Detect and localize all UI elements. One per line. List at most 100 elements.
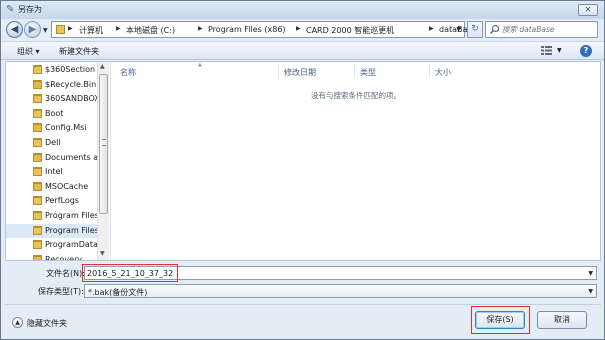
save-type-value: *.bak(备份文件) <box>88 288 148 297</box>
breadcrumb-program-files-x86[interactable]: Program Files (x86) <box>208 25 286 34</box>
empty-results-message: 没有与搜索条件匹配的项。 <box>311 91 401 100</box>
tree-item[interactable]: Dell <box>6 136 98 150</box>
breadcrumb-card2000[interactable]: CARD 2000 智能巡更机 <box>306 25 394 36</box>
tree-item[interactable]: $360Section <box>6 63 98 77</box>
sort-indicator-icon: ▲ <box>198 62 202 68</box>
scroll-down-icon[interactable]: ▼ <box>100 250 105 257</box>
save-highlight-box <box>471 306 530 334</box>
search-input[interactable] <box>502 23 596 36</box>
tree-item[interactable]: ProgramData <box>6 238 98 252</box>
breadcrumb-separator[interactable]: ▶ <box>68 25 73 32</box>
tree-item[interactable]: Boot <box>6 107 98 121</box>
folder-icon <box>33 196 42 206</box>
column-divider[interactable] <box>354 64 355 78</box>
folder-icon <box>33 65 42 74</box>
view-dropdown-icon[interactable]: ▼ <box>557 47 562 54</box>
hide-folders-label[interactable]: 隐藏文件夹 <box>27 318 67 329</box>
tree-item-label: 360SANDBOX <box>45 94 98 104</box>
recent-pages-dropdown[interactable]: ▼ <box>43 27 48 34</box>
footer-divider <box>5 304 601 305</box>
tree-item[interactable]: PerfLogs <box>6 194 98 208</box>
scroll-up-icon[interactable]: ▲ <box>100 63 105 70</box>
close-button[interactable]: ✕ <box>578 4 598 16</box>
title-bar: ✎ 另存为 ✕ <box>1 1 604 19</box>
new-folder-button[interactable]: 新建文件夹 <box>59 46 99 57</box>
column-divider[interactable] <box>429 64 430 78</box>
scrollbar-thumb[interactable] <box>99 74 108 214</box>
locked-folder-icon <box>33 254 42 260</box>
tree-item-label: Dell <box>45 138 61 147</box>
cancel-button[interactable]: 取消 <box>537 311 587 329</box>
tree-item[interactable]: Program Files <box>6 223 98 238</box>
tree-item[interactable]: 360SANDBOX <box>6 92 98 106</box>
tree-item-label: $360Section <box>45 65 96 74</box>
breadcrumb-separator[interactable]: ▶ <box>429 25 434 32</box>
search-box[interactable] <box>485 21 598 38</box>
breadcrumb-separator[interactable]: ▶ <box>116 25 121 32</box>
column-divider[interactable] <box>278 64 279 78</box>
navigation-bar: ◀ ▶ ▼ ▶ 计算机 ▶ 本地磁盘 (C:) ▶ Program Files … <box>1 19 604 41</box>
navigation-scrollbar[interactable]: ▲ ▼ <box>97 62 109 260</box>
tree-item[interactable]: $Recycle.Bin <box>6 78 98 92</box>
tree-item-label: Documents ar <box>45 152 98 162</box>
save-type-select[interactable]: *.bak(备份文件) ▼ <box>84 284 597 298</box>
tree-item-label: Config.Msi <box>45 123 87 133</box>
search-icon <box>489 24 500 35</box>
tree-item[interactable]: Config.Msi <box>6 121 98 135</box>
tree-item[interactable]: Program Files <box>6 209 98 223</box>
save-as-dialog: ✎ 另存为 ✕ ◀ ▶ ▼ ▶ 计算机 ▶ 本地磁盘 (C:) ▶ Progra… <box>0 0 605 340</box>
column-header-size[interactable]: 大小 <box>435 67 451 78</box>
folder-icon <box>56 25 65 34</box>
command-toolbar: 组织 ▾ 新建文件夹 ▼ ? <box>1 41 604 60</box>
breadcrumb-separator[interactable]: ▶ <box>198 25 203 32</box>
forward-button[interactable]: ▶ <box>24 21 41 38</box>
back-button[interactable]: ◀ <box>6 21 23 38</box>
breadcrumb-computer[interactable]: 计算机 <box>79 25 103 36</box>
tree-item[interactable]: Intel <box>6 165 98 179</box>
collapse-icon[interactable]: ▲ <box>12 317 23 328</box>
help-icon[interactable]: ? <box>580 45 592 57</box>
browser-area: $360Section $Recycle.Bin 360SANDBOX Boot Con… <box>5 61 601 261</box>
folder-icon <box>33 211 42 220</box>
save-type-dropdown-icon[interactable]: ▼ <box>588 288 593 295</box>
organize-menu[interactable]: 组织 ▾ <box>17 46 40 57</box>
folder-icon <box>33 225 42 235</box>
folder-icon <box>33 240 42 250</box>
tree-item[interactable]: MSOCache <box>6 180 98 194</box>
tree-item-label: ProgramData <box>45 240 98 250</box>
save-type-label: 保存类型(T): <box>38 287 84 296</box>
locked-folder-icon <box>33 181 42 191</box>
navigation-pane: $360Section $Recycle.Bin 360SANDBOX Boot Con… <box>6 62 110 260</box>
file-list[interactable]: ▲ 名称 修改日期 类型 大小 没有与搜索条件匹配的项。 <box>111 62 600 260</box>
tree-item[interactable]: Recovery <box>6 253 98 260</box>
folder-icon <box>33 108 42 118</box>
column-header-name[interactable]: 名称 <box>120 67 136 78</box>
filename-dropdown-icon[interactable]: ▼ <box>588 270 593 277</box>
tree-item-label: MSOCache <box>45 181 89 191</box>
locked-folder-icon <box>33 152 42 162</box>
column-header-modified[interactable]: 修改日期 <box>284 67 316 78</box>
tree-item-label: Intel <box>45 167 63 177</box>
filename-label: 文件名(N): <box>46 269 85 278</box>
address-dropdown-icon[interactable]: ▼ <box>456 26 461 33</box>
breadcrumb-local-disk[interactable]: 本地磁盘 (C:) <box>126 25 175 36</box>
tree-item-label: Recovery <box>45 254 83 260</box>
folder-icon <box>33 94 42 104</box>
tree-item-label: PerfLogs <box>45 196 80 206</box>
view-options-icon[interactable] <box>540 45 553 56</box>
filename-highlight-box <box>82 264 178 282</box>
locked-folder-icon <box>33 123 42 133</box>
tree-item-label: Program Files <box>45 225 98 235</box>
tree-item-label: Boot <box>45 108 64 118</box>
refresh-button[interactable]: ↻ <box>467 21 483 38</box>
folder-icon <box>33 138 42 147</box>
tree-item[interactable]: Documents ar <box>6 151 98 165</box>
column-header-type[interactable]: 类型 <box>360 67 376 78</box>
breadcrumb-separator[interactable]: ▶ <box>296 25 301 32</box>
locked-folder-icon <box>33 79 42 89</box>
window-title: 另存为 <box>18 5 42 14</box>
folder-icon <box>33 167 42 177</box>
tree-item-label: Program Files <box>45 211 98 220</box>
address-bar[interactable]: ▶ 计算机 ▶ 本地磁盘 (C:) ▶ Program Files (x86) … <box>51 21 477 38</box>
tree-item-label: $Recycle.Bin <box>45 79 97 89</box>
